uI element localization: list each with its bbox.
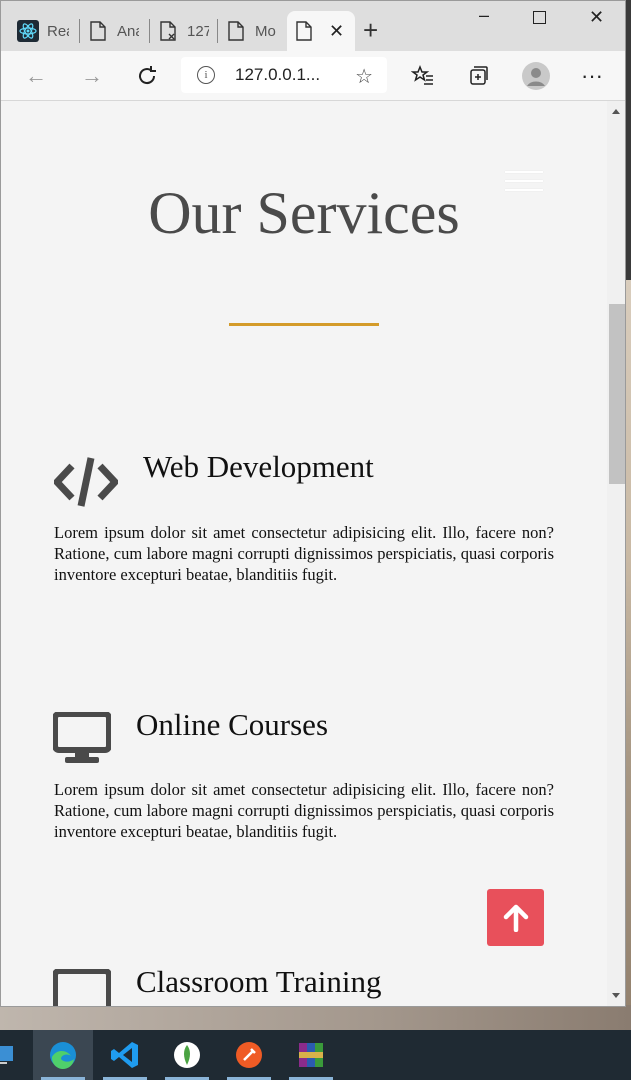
scroll-to-top-button[interactable] — [487, 889, 544, 946]
code-icon — [53, 456, 119, 513]
minimize-icon[interactable]: – — [479, 5, 489, 26]
desktop-icon[interactable] — [0, 1030, 32, 1080]
edge-icon[interactable] — [33, 1030, 93, 1080]
tab-label: Ana — [117, 22, 139, 40]
error-page-icon — [157, 20, 179, 42]
tab-ana[interactable]: Ana — [87, 11, 139, 51]
browser-window: Rea Ana 127 Mo ✕ + — [0, 0, 626, 1007]
profile-avatar[interactable] — [521, 61, 551, 96]
tab-label: Rea — [47, 22, 69, 40]
favorites-icon[interactable] — [410, 64, 435, 93]
browser-toolbar: ← → i 127.0.0.1... ☆ ··· — [1, 51, 625, 101]
arrow-up-icon — [503, 904, 528, 932]
winrar-icon[interactable] — [281, 1030, 341, 1080]
mongodb-icon[interactable] — [157, 1030, 217, 1080]
tab-label: Mo — [255, 22, 276, 40]
service-description: Lorem ipsum dolor sit amet consectetur a… — [54, 780, 554, 841]
page-icon — [225, 20, 247, 42]
collections-icon[interactable] — [466, 64, 490, 93]
tab-strip: Rea Ana 127 Mo ✕ + — [1, 1, 625, 51]
tab-mo[interactable]: Mo — [225, 11, 277, 51]
page-scrollbar[interactable] — [607, 101, 625, 1006]
title-underline — [229, 323, 379, 326]
scroll-down-arrow-icon[interactable] — [612, 993, 620, 998]
page-icon — [87, 20, 109, 42]
site-info-icon[interactable]: i — [197, 66, 215, 84]
react-icon — [17, 20, 39, 42]
page-content: Our Services Web Development Lorem ipsum… — [1, 101, 607, 1006]
service-title-classroom-training: Classroom Training — [136, 964, 382, 999]
refresh-icon[interactable] — [135, 64, 159, 93]
scroll-up-arrow-icon[interactable] — [612, 109, 620, 114]
tab-separator — [149, 19, 150, 43]
classroom-icon — [52, 968, 112, 1006]
scroll-thumb[interactable] — [609, 304, 625, 484]
section-title: Our Services — [148, 180, 460, 246]
service-description: Lorem ipsum dolor sit amet consectetur a… — [54, 523, 554, 584]
more-options-icon[interactable]: ··· — [581, 64, 603, 88]
back-icon[interactable]: ← — [25, 64, 47, 88]
close-tab-icon[interactable]: ✕ — [329, 21, 344, 42]
service-title-online-courses: Online Courses — [136, 707, 329, 742]
tab-separator — [217, 19, 218, 43]
tab-react[interactable]: Rea — [17, 11, 69, 51]
taskbar — [0, 1030, 631, 1080]
vscode-icon[interactable] — [95, 1030, 155, 1080]
close-window-icon[interactable]: ✕ — [589, 7, 604, 28]
desktop-icon — [52, 711, 112, 769]
service-title-web-development: Web Development — [143, 449, 374, 484]
tab-active[interactable]: ✕ — [287, 11, 355, 51]
url-text: 127.0.0.1... — [235, 65, 321, 84]
desktop-background-strip — [0, 1005, 631, 1030]
page-icon — [293, 20, 315, 42]
add-favorite-icon[interactable]: ☆ — [355, 64, 373, 89]
tab-separator — [79, 19, 80, 43]
address-bar[interactable]: i 127.0.0.1... ☆ — [181, 57, 387, 93]
forward-icon[interactable]: → — [81, 64, 103, 88]
postman-icon[interactable] — [219, 1030, 279, 1080]
maximize-icon[interactable] — [533, 11, 546, 24]
tab-127[interactable]: 127 — [157, 11, 209, 51]
new-tab-button[interactable]: + — [363, 17, 378, 43]
tab-label: 127 — [187, 22, 209, 40]
